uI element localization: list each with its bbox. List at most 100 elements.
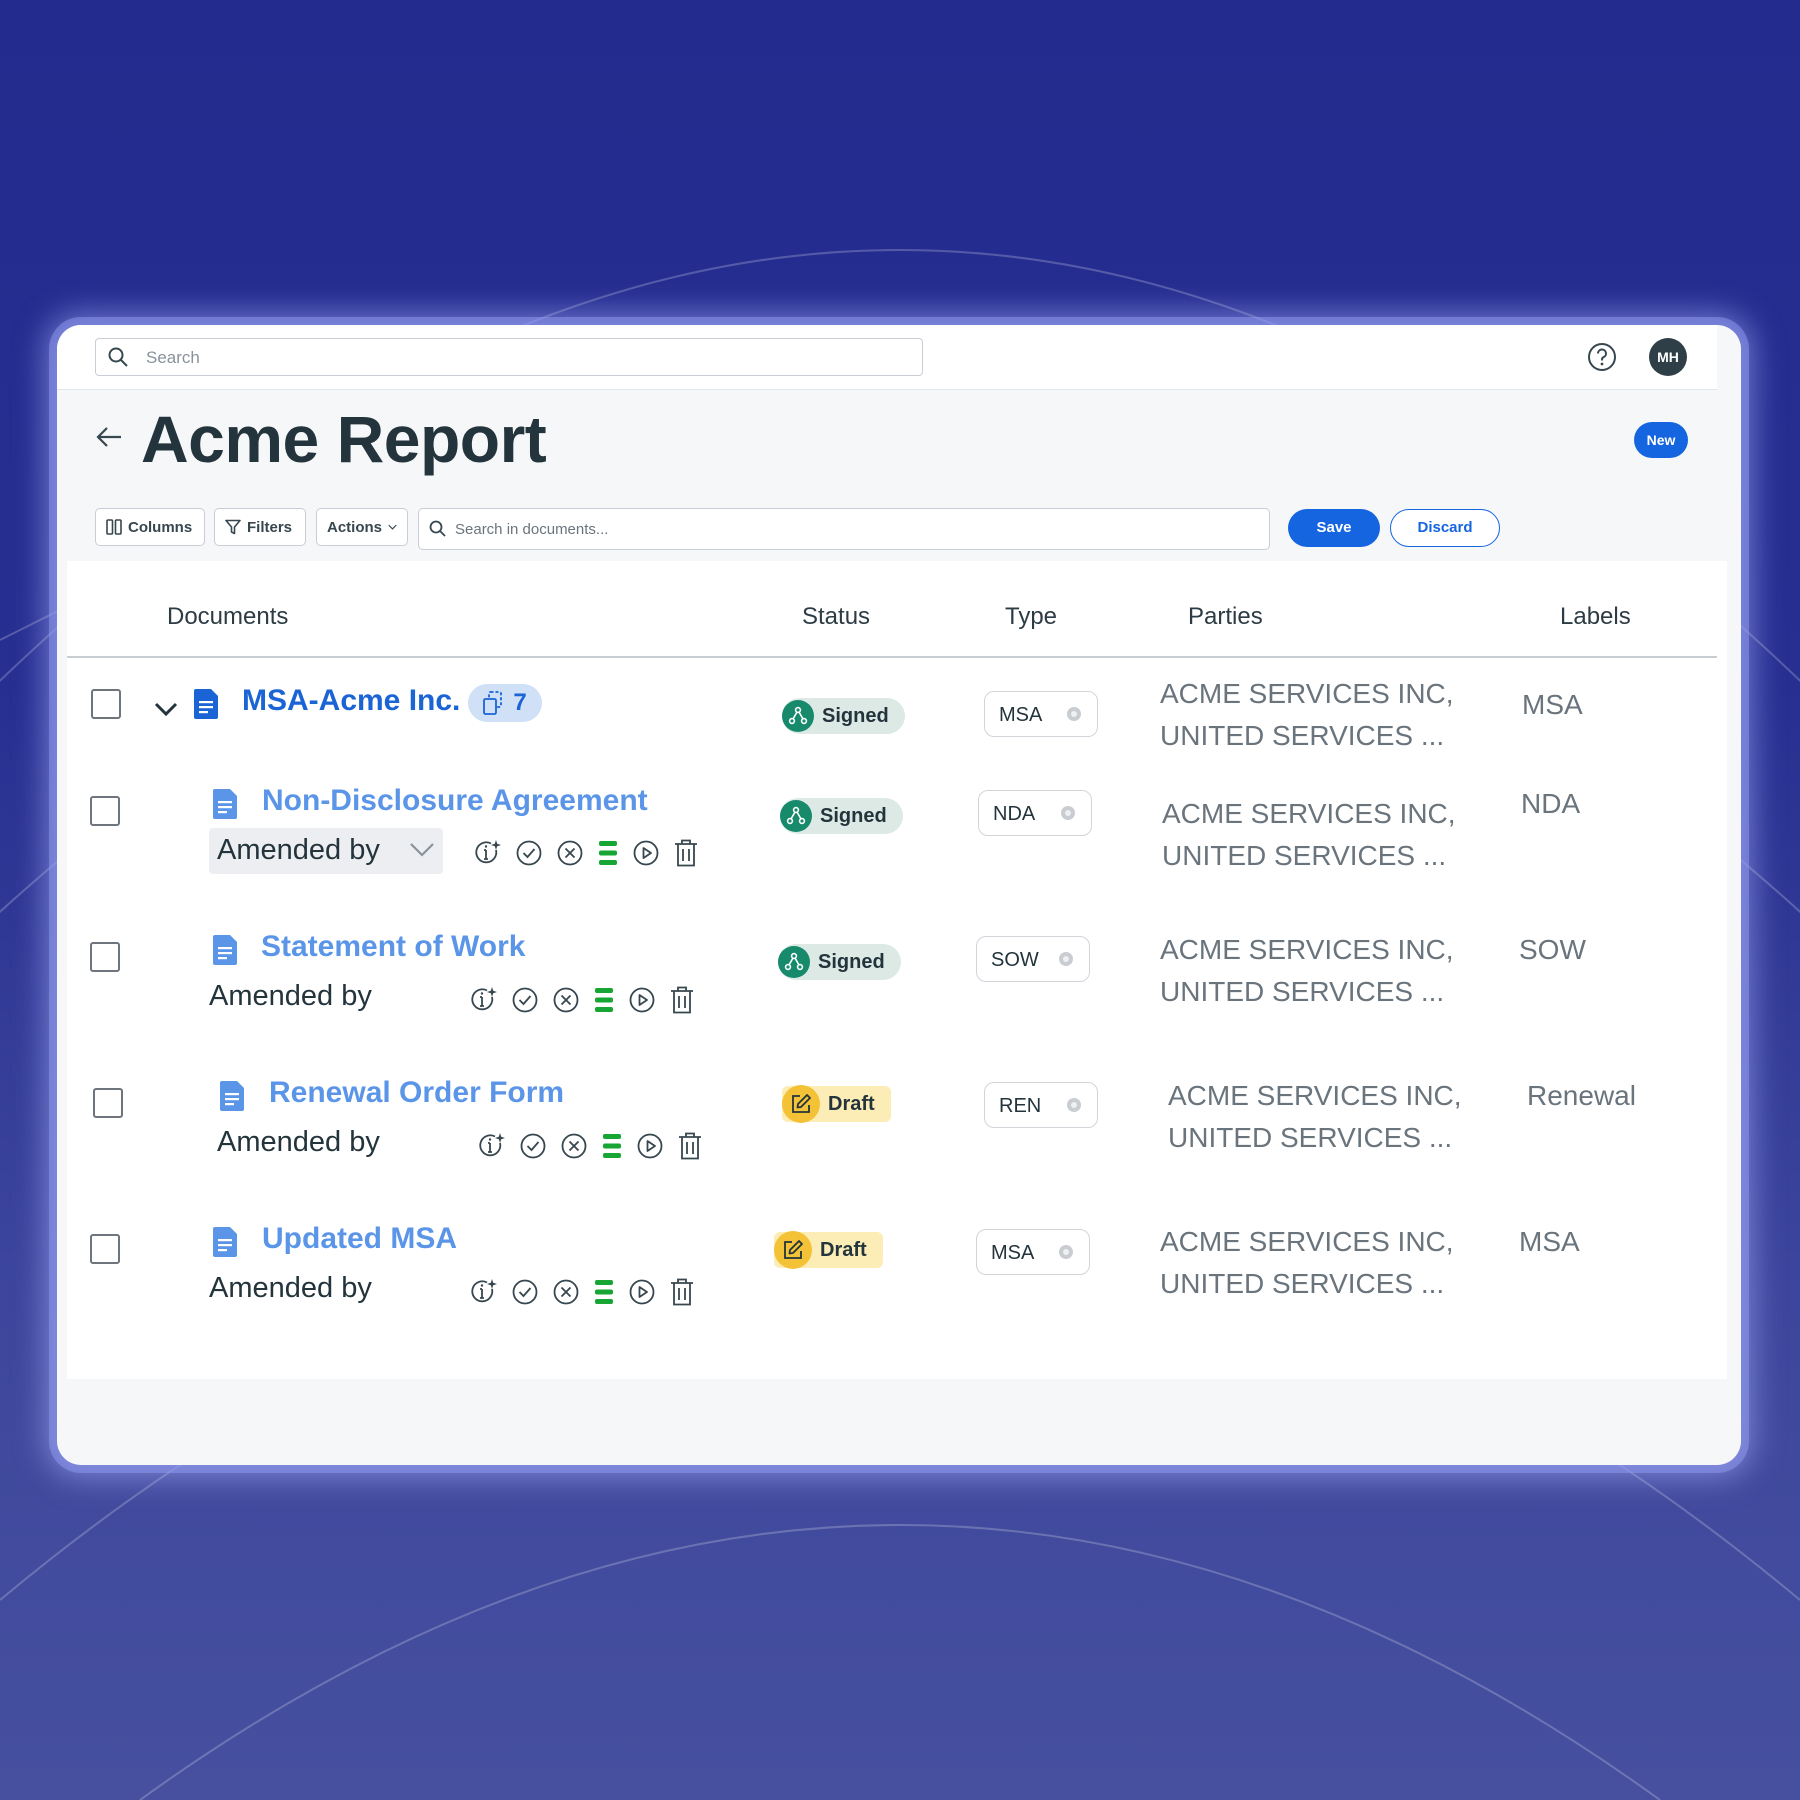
columns-label: Columns <box>128 518 193 536</box>
check-circle-icon[interactable] <box>511 986 539 1014</box>
header-status[interactable]: Status <box>802 603 870 631</box>
page-title: Acme Report <box>141 402 547 476</box>
columns-icon <box>106 519 122 535</box>
document-link[interactable]: Updated MSA <box>262 1222 457 1256</box>
status-label: Signed <box>822 704 889 727</box>
type-chip[interactable]: MSA <box>976 1229 1090 1275</box>
filter-icon <box>225 519 241 535</box>
party-line: ACME SERVICES INC, <box>1168 1080 1462 1111</box>
remove-type-icon[interactable] <box>1061 806 1075 820</box>
row-checkbox[interactable] <box>90 1234 120 1264</box>
status-label: Draft <box>828 1092 875 1115</box>
header-labels[interactable]: Labels <box>1560 603 1631 631</box>
status-label: Draft <box>820 1238 867 1261</box>
parties-cell: ACME SERVICES INC, UNITED SERVICES ... <box>1160 929 1454 1013</box>
discard-button[interactable]: Discard <box>1390 509 1500 547</box>
chevron-down-icon <box>388 524 397 530</box>
document-link[interactable]: MSA-Acme Inc. <box>242 684 460 718</box>
status-badge: Signed <box>782 698 905 734</box>
x-circle-icon[interactable] <box>552 986 580 1014</box>
row-actions <box>470 1277 695 1307</box>
remove-type-icon[interactable] <box>1059 1245 1073 1259</box>
document-icon <box>213 935 237 965</box>
label-cell: SOW <box>1519 934 1586 965</box>
type-chip[interactable]: MSA <box>984 691 1098 737</box>
user-avatar[interactable]: MH <box>1649 338 1687 376</box>
trash-icon[interactable] <box>669 1277 695 1307</box>
document-link[interactable]: Renewal Order Form <box>269 1076 564 1110</box>
filters-button[interactable]: Filters <box>214 508 306 546</box>
party-line: ACME SERVICES INC, <box>1162 798 1456 829</box>
status-badge: Signed <box>780 798 903 834</box>
list-icon[interactable] <box>597 839 619 867</box>
info-sparkle-icon[interactable] <box>470 986 498 1014</box>
play-circle-icon[interactable] <box>636 1132 664 1160</box>
status-label: Signed <box>820 804 887 827</box>
trash-icon[interactable] <box>677 1131 703 1161</box>
row-checkbox[interactable] <box>90 796 120 826</box>
party-line: ACME SERVICES INC, <box>1160 678 1454 709</box>
filters-label: Filters <box>247 518 293 536</box>
parties-cell: ACME SERVICES INC, UNITED SERVICES ... <box>1162 793 1456 877</box>
header-type[interactable]: Type <box>1005 603 1057 631</box>
check-circle-icon[interactable] <box>511 1278 539 1306</box>
document-search-placeholder: Search in documents... <box>455 521 609 538</box>
trash-icon[interactable] <box>673 838 699 868</box>
info-sparkle-icon[interactable] <box>470 1278 498 1306</box>
document-link[interactable]: Statement of Work <box>261 930 525 964</box>
remove-type-icon[interactable] <box>1067 1098 1081 1112</box>
trash-icon[interactable] <box>669 985 695 1015</box>
header-documents[interactable]: Documents <box>167 603 288 631</box>
party-line: UNITED SERVICES ... <box>1162 840 1447 871</box>
type-chip[interactable]: NDA <box>978 790 1092 836</box>
amended-by-label: Amended by <box>217 834 380 866</box>
header-parties[interactable]: Parties <box>1188 603 1263 631</box>
remove-type-icon[interactable] <box>1067 707 1081 721</box>
back-arrow-icon[interactable] <box>95 425 123 449</box>
amended-by-dropdown[interactable]: Amended by <box>209 828 443 874</box>
top-bar: Search MH <box>57 325 1717 390</box>
status-badge: Draft <box>782 1085 891 1123</box>
info-sparkle-icon[interactable] <box>474 839 502 867</box>
remove-type-icon[interactable] <box>1059 952 1073 966</box>
list-icon[interactable] <box>601 1132 623 1160</box>
list-icon[interactable] <box>593 986 615 1014</box>
row-actions <box>470 985 695 1015</box>
row-checkbox[interactable] <box>91 689 121 719</box>
x-circle-icon[interactable] <box>556 839 584 867</box>
new-button[interactable]: New <box>1634 422 1688 458</box>
amended-by-label: Amended by <box>217 1126 380 1158</box>
type-chip[interactable]: SOW <box>976 936 1090 982</box>
search-icon <box>108 347 128 367</box>
chevron-down-icon[interactable] <box>154 701 178 717</box>
row-checkbox[interactable] <box>93 1088 123 1118</box>
signed-icon <box>780 800 812 832</box>
help-icon[interactable] <box>1587 342 1617 372</box>
info-sparkle-icon[interactable] <box>478 1132 506 1160</box>
type-chip[interactable]: REN <box>984 1082 1098 1128</box>
document-icon <box>220 1081 244 1111</box>
play-circle-icon[interactable] <box>628 986 656 1014</box>
party-line: UNITED SERVICES ... <box>1160 976 1445 1007</box>
actions-dropdown[interactable]: Actions <box>316 508 408 546</box>
parties-cell: ACME SERVICES INC, UNITED SERVICES ... <box>1168 1075 1462 1159</box>
list-icon[interactable] <box>593 1278 615 1306</box>
document-link[interactable]: Non-Disclosure Agreement <box>262 784 648 818</box>
play-circle-icon[interactable] <box>632 839 660 867</box>
row-checkbox[interactable] <box>90 942 120 972</box>
linked-documents-badge[interactable]: 7 <box>468 684 542 722</box>
play-circle-icon[interactable] <box>628 1278 656 1306</box>
document-search-input[interactable]: Search in documents... <box>418 508 1270 550</box>
type-label: REN <box>999 1095 1042 1117</box>
x-circle-icon[interactable] <box>552 1278 580 1306</box>
check-circle-icon[interactable] <box>519 1132 547 1160</box>
type-label: MSA <box>999 704 1043 726</box>
label-cell: MSA <box>1522 689 1583 720</box>
columns-button[interactable]: Columns <box>95 508 205 546</box>
global-search-input[interactable]: Search <box>95 338 923 376</box>
party-line: ACME SERVICES INC, <box>1160 934 1454 965</box>
save-button[interactable]: Save <box>1288 509 1380 547</box>
document-icon <box>213 1227 237 1257</box>
x-circle-icon[interactable] <box>560 1132 588 1160</box>
check-circle-icon[interactable] <box>515 839 543 867</box>
